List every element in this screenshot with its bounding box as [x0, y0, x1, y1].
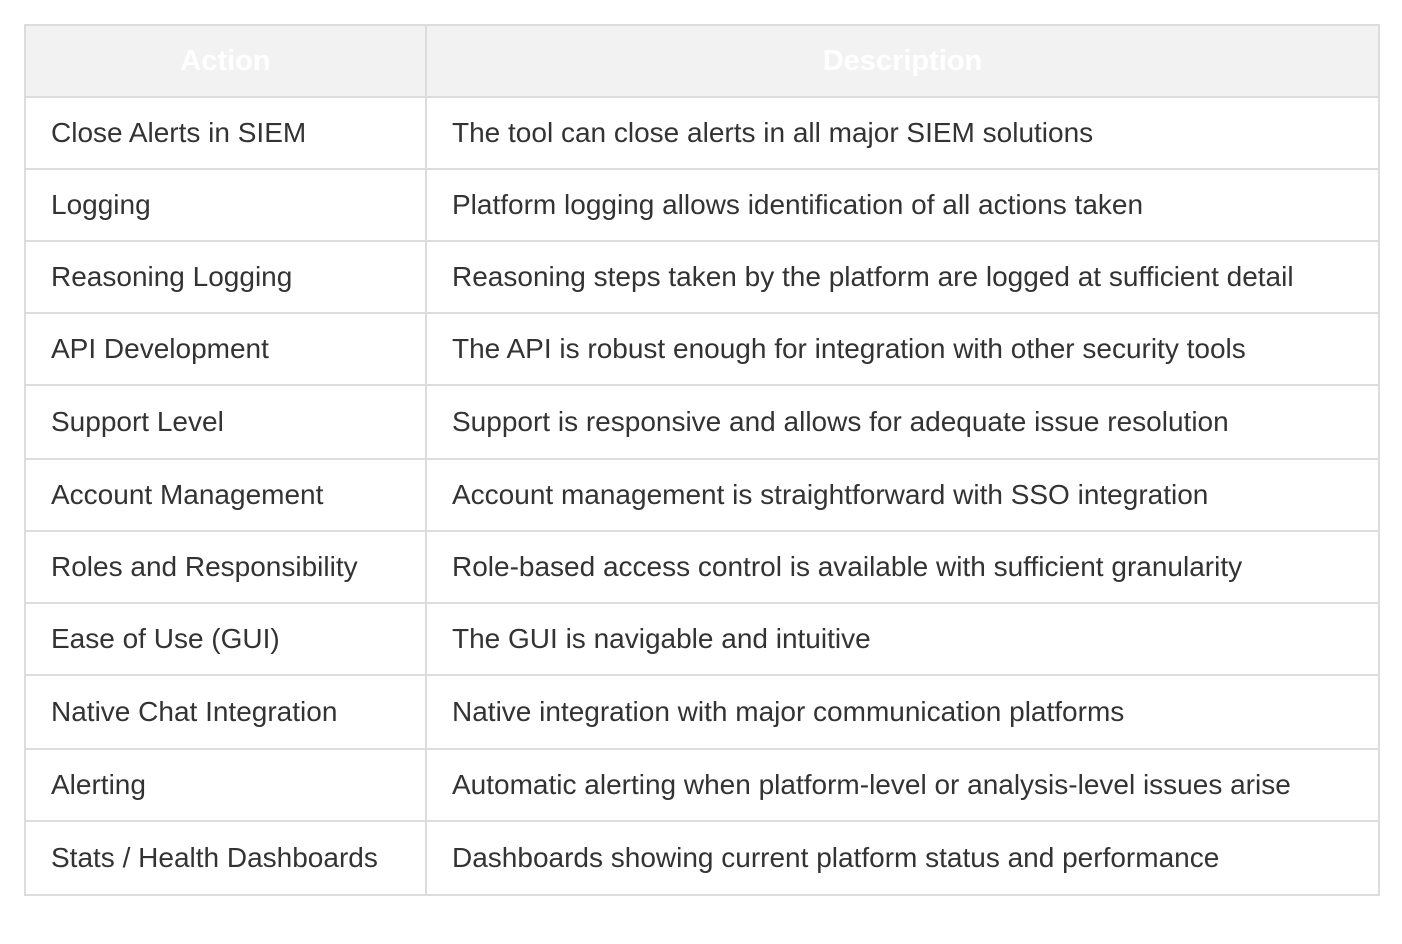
table-row: API Development The API is robust enough…	[24, 312, 1380, 386]
action-cell: Roles and Responsibility	[24, 530, 427, 604]
description-cell: The GUI is navigable and intuitive	[425, 602, 1380, 676]
column-header-action: Action	[24, 24, 427, 98]
table-row: Alerting Automatic alerting when platfor…	[24, 748, 1380, 822]
description-cell: Platform logging allows identification o…	[425, 168, 1380, 242]
table-row: Stats / Health Dashboards Dashboards sho…	[24, 820, 1380, 896]
description-cell: Automatic alerting when platform-level o…	[425, 748, 1380, 822]
action-cell: Native Chat Integration	[24, 674, 427, 750]
table-row: Ease of Use (GUI) The GUI is navigable a…	[24, 602, 1380, 676]
description-cell: Support is responsive and allows for ade…	[425, 384, 1380, 460]
action-cell: Alerting	[24, 748, 427, 822]
action-cell: Ease of Use (GUI)	[24, 602, 427, 676]
description-cell: Reasoning steps taken by the platform ar…	[425, 240, 1380, 314]
description-cell: Role-based access control is available w…	[425, 530, 1380, 604]
action-cell: Support Level	[24, 384, 427, 460]
description-cell: The tool can close alerts in all major S…	[425, 96, 1380, 170]
description-cell: Dashboards showing current platform stat…	[425, 820, 1380, 896]
description-cell: Account management is straightforward wi…	[425, 458, 1380, 532]
action-cell: API Development	[24, 312, 427, 386]
table-row: Support Level Support is responsive and …	[24, 384, 1380, 460]
action-cell: Account Management	[24, 458, 427, 532]
description-cell: Native integration with major communicat…	[425, 674, 1380, 750]
table-body: Close Alerts in SIEM The tool can close …	[24, 96, 1380, 896]
column-header-description: Description	[425, 24, 1380, 98]
table-row: Reasoning Logging Reasoning steps taken …	[24, 240, 1380, 314]
table-row: Roles and Responsibility Role-based acce…	[24, 530, 1380, 604]
action-cell: Logging	[24, 168, 427, 242]
action-cell: Close Alerts in SIEM	[24, 96, 427, 170]
action-cell: Stats / Health Dashboards	[24, 820, 427, 896]
table-row: Logging Platform logging allows identifi…	[24, 168, 1380, 242]
table-row: Native Chat Integration Native integrati…	[24, 674, 1380, 750]
header-row: Action Description	[24, 24, 1380, 98]
action-cell: Reasoning Logging	[24, 240, 427, 314]
feature-table: Action Description Close Alerts in SIEM …	[24, 24, 1380, 896]
table-row: Account Management Account management is…	[24, 458, 1380, 532]
table-row: Close Alerts in SIEM The tool can close …	[24, 96, 1380, 170]
table-header: Action Description	[24, 24, 1380, 98]
description-cell: The API is robust enough for integration…	[425, 312, 1380, 386]
